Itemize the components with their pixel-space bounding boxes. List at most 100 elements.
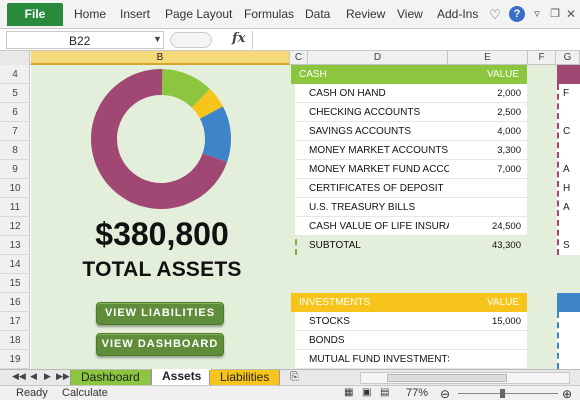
prev-sheet-icon[interactable]: ◀ xyxy=(30,371,37,382)
row-header[interactable]: 14 xyxy=(0,255,30,274)
help-icon[interactable]: ? xyxy=(509,6,525,22)
table-row[interactable]: CERTIFICATES OF DEPOSIT xyxy=(295,179,527,198)
file-tab[interactable]: File xyxy=(7,3,63,26)
table-row[interactable]: MUTUAL FUND INVESTMENTS xyxy=(295,350,527,369)
row-header[interactable]: 19 xyxy=(0,350,30,369)
window-icon[interactable]: ❐ xyxy=(548,0,562,29)
chevron-down-icon[interactable]: ▼ xyxy=(153,34,162,44)
side-table-bottom xyxy=(557,312,580,369)
tab-data[interactable]: Data xyxy=(305,0,330,29)
table-row[interactable]: STOCKS 15,000 xyxy=(295,312,527,331)
side-table-header-top xyxy=(557,65,580,84)
side-letter: A xyxy=(563,164,570,175)
tab-add-ins[interactable]: Add-Ins xyxy=(437,0,478,29)
row-header[interactable]: 10 xyxy=(0,179,30,198)
view-dashboard-button[interactable]: VIEW DASHBOARD xyxy=(96,333,224,356)
row-value[interactable]: 3,300 xyxy=(453,141,521,160)
row-value[interactable]: 43,300 xyxy=(453,236,521,255)
sheet-tab-liabilities[interactable]: Liabilities xyxy=(209,370,281,386)
worksheet-grid[interactable]: $380,800 TOTAL ASSETS VIEW LIABILITIES V… xyxy=(31,65,580,369)
row-value[interactable]: 24,500 xyxy=(453,217,521,236)
tab-insert[interactable]: Insert xyxy=(120,0,150,29)
status-calculate[interactable]: Calculate xyxy=(62,387,108,399)
row-label: MONEY MARKET ACCOUNTS xyxy=(309,145,449,156)
formula-bar: B22 ▼ fx xyxy=(0,29,580,51)
formula-input[interactable] xyxy=(252,31,578,49)
table-row[interactable]: BONDS xyxy=(295,331,527,350)
row-header-column: 4 5 6 7 8 9 10 11 12 13 14 15 16 17 18 1… xyxy=(0,65,30,369)
tab-view[interactable]: View xyxy=(397,0,423,29)
column-header-b[interactable]: B xyxy=(31,51,290,65)
row-label: STOCKS xyxy=(309,316,350,327)
tab-page-layout[interactable]: Page Layout xyxy=(165,0,232,29)
row-label: BONDS xyxy=(309,335,345,346)
row-value[interactable]: 4,000 xyxy=(453,122,521,141)
table-row[interactable]: CASH ON HAND 2,000 xyxy=(295,84,527,103)
new-sheet-icon[interactable]: ⎘ xyxy=(290,371,299,384)
column-header-d[interactable]: D xyxy=(308,51,448,65)
formula-buttons-oval[interactable] xyxy=(170,32,212,48)
tab-formulas[interactable]: Formulas xyxy=(244,0,294,29)
sheet-tab-dashboard[interactable]: Dashboard xyxy=(70,370,151,386)
tab-review[interactable]: Review xyxy=(346,0,385,29)
row-header[interactable]: 15 xyxy=(0,274,30,293)
restore-icon[interactable]: ▿ xyxy=(530,0,544,29)
horizontal-scrollbar[interactable] xyxy=(360,372,570,384)
last-sheet-icon[interactable]: ▶▶ xyxy=(56,371,70,382)
row-header[interactable]: 17 xyxy=(0,312,30,331)
column-header-c[interactable]: C xyxy=(290,51,308,65)
heart-icon[interactable]: ♡ xyxy=(488,0,502,29)
row-header[interactable]: 9 xyxy=(0,160,30,179)
table-row[interactable]: MONEY MARKET ACCOUNTS 3,300 xyxy=(295,141,527,160)
fx-icon[interactable]: fx xyxy=(232,31,245,46)
row-header[interactable]: 8 xyxy=(0,141,30,160)
page-layout-view-icon[interactable]: ▣ xyxy=(362,387,371,398)
row-header[interactable]: 16 xyxy=(0,293,30,312)
row-header[interactable]: 11 xyxy=(0,198,30,217)
table-row[interactable]: MONEY MARKET FUND ACCO 7,000 xyxy=(295,160,527,179)
page-break-view-icon[interactable]: ▤ xyxy=(380,387,389,398)
side-letter: S xyxy=(563,240,570,251)
normal-view-icon[interactable]: ▦ xyxy=(344,387,353,398)
sheet-tab-bar: ◀◀ ◀ ▶ ▶▶ Dashboard Assets Liabilities ⎘ xyxy=(0,369,580,386)
view-liabilities-button[interactable]: VIEW LIABILITIES xyxy=(96,302,224,325)
table-row[interactable]: CHECKING ACCOUNTS 2,500 xyxy=(295,103,527,122)
row-header[interactable]: 5 xyxy=(0,84,30,103)
zoom-slider-track[interactable] xyxy=(458,393,558,394)
column-header-row: B C D E F G xyxy=(0,51,580,65)
row-value[interactable]: 7,000 xyxy=(453,160,521,179)
investments-table-header: INVESTMENTS VALUE xyxy=(291,293,527,312)
column-header-e[interactable]: E xyxy=(448,51,528,65)
first-sheet-icon[interactable]: ◀◀ xyxy=(12,371,26,382)
zoom-level[interactable]: 77% xyxy=(406,387,428,399)
next-sheet-icon[interactable]: ▶ xyxy=(44,371,51,382)
row-header[interactable]: 13 xyxy=(0,236,30,255)
row-header[interactable]: 7 xyxy=(0,122,30,141)
subtotal-row[interactable]: SUBTOTAL 43,300 xyxy=(295,236,527,255)
select-all-corner[interactable] xyxy=(0,51,30,65)
row-header[interactable]: 4 xyxy=(0,65,30,84)
row-label: SAVINGS ACCOUNTS xyxy=(309,126,412,137)
row-header[interactable]: 18 xyxy=(0,331,30,350)
row-header[interactable]: 12 xyxy=(0,217,30,236)
scrollbar-thumb[interactable] xyxy=(387,374,507,382)
row-value[interactable]: 2,000 xyxy=(453,84,521,103)
name-box[interactable]: B22 ▼ xyxy=(6,31,164,49)
zoom-out-icon[interactable]: ⊖ xyxy=(440,387,450,401)
investments-header-label: INVESTMENTS xyxy=(299,297,371,308)
table-row[interactable]: CASH VALUE OF LIFE INSURAN 24,500 xyxy=(295,217,527,236)
column-header-f[interactable]: F xyxy=(528,51,556,65)
tab-home[interactable]: Home xyxy=(74,0,106,29)
table-row[interactable]: SAVINGS ACCOUNTS 4,000 xyxy=(295,122,527,141)
row-header[interactable]: 6 xyxy=(0,103,30,122)
zoom-slider-thumb[interactable] xyxy=(500,389,505,398)
row-value[interactable]: 15,000 xyxy=(453,312,521,331)
row-label: MUTUAL FUND INVESTMENTS xyxy=(309,354,449,365)
zoom-in-icon[interactable]: ⊕ xyxy=(562,387,572,401)
row-label: CHECKING ACCOUNTS xyxy=(309,107,421,118)
sheet-tab-assets[interactable]: Assets xyxy=(151,369,213,386)
row-value[interactable]: 2,500 xyxy=(453,103,521,122)
column-header-g[interactable]: G xyxy=(556,51,580,65)
table-row[interactable]: U.S. TREASURY BILLS xyxy=(295,198,527,217)
close-icon[interactable]: ✕ xyxy=(564,0,578,29)
